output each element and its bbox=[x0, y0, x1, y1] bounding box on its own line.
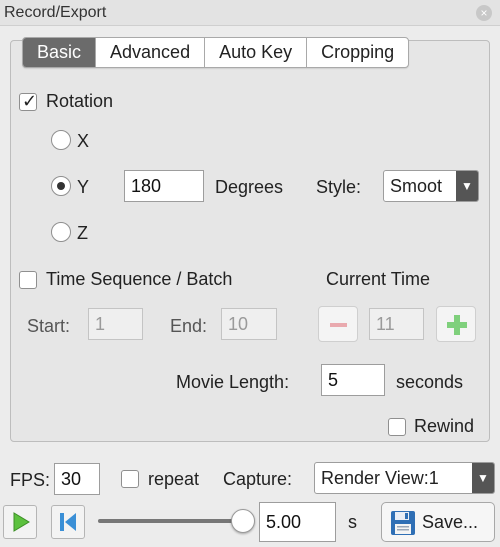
save-button-label: Save... bbox=[422, 512, 479, 532]
save-button[interactable]: Save... bbox=[381, 502, 495, 542]
tab-cropping[interactable]: Cropping bbox=[307, 38, 408, 67]
end-input[interactable]: 10 bbox=[221, 308, 277, 340]
tab-advanced[interactable]: Advanced bbox=[96, 38, 206, 67]
time-input[interactable]: 5.00 bbox=[259, 502, 336, 542]
end-label: End: bbox=[170, 316, 208, 336]
chevron-down-icon: ▼ bbox=[456, 171, 478, 201]
axis-y-label: Y bbox=[77, 177, 90, 197]
close-button[interactable]: × bbox=[476, 5, 492, 21]
current-time-input[interactable]: 11 bbox=[369, 308, 424, 340]
seconds-label: seconds bbox=[396, 372, 464, 392]
axis-x-label: X bbox=[77, 131, 90, 151]
tab-basic[interactable]: Basic bbox=[23, 38, 97, 67]
chevron-down-icon: ▼ bbox=[472, 463, 494, 493]
style-select-value: Smoot bbox=[390, 176, 443, 196]
time-sequence-label: Time Sequence / Batch bbox=[46, 269, 233, 289]
rotation-label: Rotation bbox=[46, 91, 114, 111]
play-icon bbox=[13, 512, 30, 532]
start-label: Start: bbox=[27, 316, 71, 336]
axis-z-radio[interactable] bbox=[51, 222, 71, 242]
time-sequence-checkbox[interactable] bbox=[19, 271, 37, 289]
play-button[interactable] bbox=[3, 505, 37, 539]
axis-x-radio[interactable] bbox=[51, 130, 71, 150]
tab-bar: Basic Advanced Auto Key Cropping bbox=[22, 37, 410, 68]
skip-back-icon bbox=[60, 513, 76, 531]
movie-length-label: Movie Length: bbox=[176, 372, 290, 392]
repeat-checkbox[interactable] bbox=[121, 470, 139, 488]
rewind-checkbox[interactable] bbox=[388, 418, 406, 436]
decrement-button[interactable] bbox=[318, 306, 358, 342]
degrees-input[interactable]: 180 bbox=[124, 170, 204, 202]
axis-y-radio[interactable] bbox=[51, 176, 71, 196]
timeline-slider-thumb[interactable] bbox=[231, 509, 255, 533]
rewind-label: Rewind bbox=[414, 416, 475, 436]
rewind-to-start-button[interactable] bbox=[51, 505, 85, 539]
current-time-label: Current Time bbox=[326, 269, 431, 289]
repeat-label: repeat bbox=[148, 469, 200, 489]
timeline-slider-track[interactable] bbox=[98, 519, 243, 523]
capture-select[interactable]: Render View:1 ▼ bbox=[314, 462, 495, 494]
start-input[interactable]: 1 bbox=[88, 308, 143, 340]
style-select[interactable]: Smoot ▼ bbox=[383, 170, 479, 202]
floppy-disk-icon bbox=[391, 511, 415, 535]
fps-label: FPS: bbox=[10, 470, 51, 490]
style-label: Style: bbox=[316, 177, 362, 197]
fps-input[interactable]: 30 bbox=[54, 463, 100, 495]
time-unit-label: s bbox=[348, 512, 357, 532]
window-title: Record/Export bbox=[4, 4, 107, 21]
axis-z-label: Z bbox=[77, 223, 88, 243]
increment-button[interactable] bbox=[436, 306, 476, 342]
movie-length-input[interactable]: 5 bbox=[321, 364, 385, 396]
capture-select-value: Render View:1 bbox=[321, 468, 439, 488]
rotation-checkbox[interactable] bbox=[19, 91, 37, 112]
capture-label: Capture: bbox=[223, 469, 293, 489]
tab-auto-key[interactable]: Auto Key bbox=[205, 38, 308, 67]
minus-icon bbox=[330, 323, 347, 327]
degrees-label: Degrees bbox=[215, 177, 284, 197]
